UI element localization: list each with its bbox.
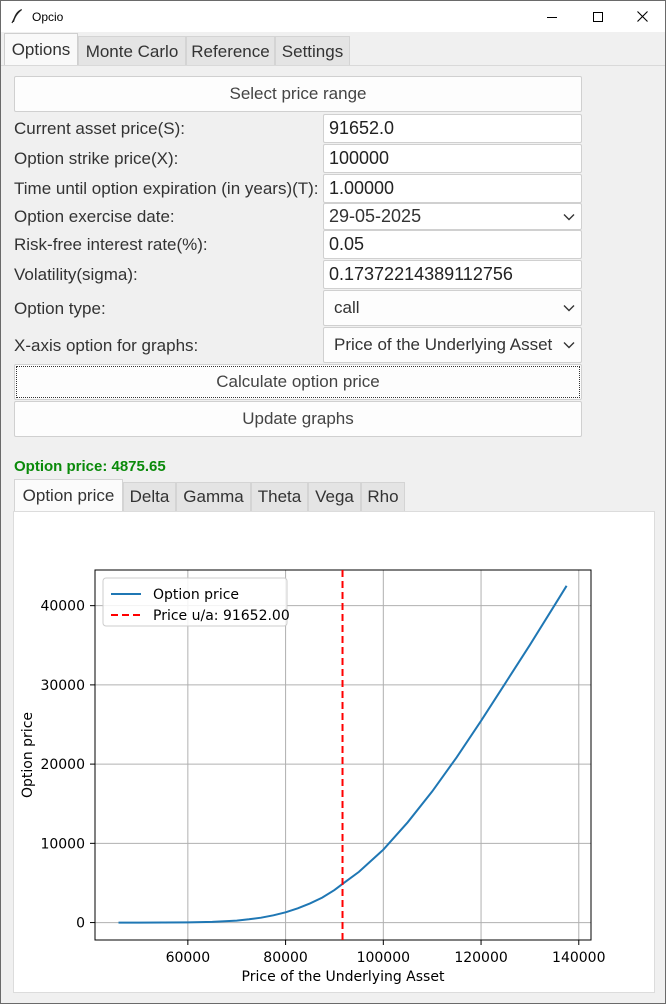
minimize-button[interactable] [529,1,575,32]
volatility-label: Volatility(sigma): [14,265,138,284]
option-type-select[interactable]: call [323,290,582,326]
update-graphs-button[interactable]: Update graphs [14,401,582,437]
tab-options[interactable]: Options [4,33,78,66]
minimize-icon [547,16,557,18]
volatility-input[interactable]: 0.17372214389112756 [323,260,582,289]
tab-gamma[interactable]: Gamma [176,482,251,511]
maximize-icon [593,11,603,22]
x-tick-label: 80000 [263,950,308,966]
chevron-down-icon [563,305,575,312]
expiration-time-label: Time until option expiration (in years)(… [14,179,319,198]
exercise-date-picker[interactable]: 29-05-2025 [323,203,582,230]
chevron-down-icon [563,342,575,349]
main-tab-bar: Options Monte Carlo Reference Settings [1,32,665,66]
expiration-time-input[interactable]: 1.00000 [323,174,582,203]
x-tick-label: 120000 [454,950,507,966]
legend-entry: Option price [153,587,239,603]
x-tick-label: 60000 [166,950,211,966]
asset-price-input[interactable]: 91652.0 [323,114,582,143]
xaxis-option-select[interactable]: Price of the Underlying Asset [323,327,582,363]
window-title: Opcio [32,10,64,24]
asset-price-label: Current asset price(S): [14,119,185,138]
exercise-date-label: Option exercise date: [14,207,175,226]
app-window: Opcio Options Monte Carlo Reference Sett… [0,0,666,1004]
x-tick-label: 140000 [552,950,605,966]
chevron-down-icon [563,213,575,220]
strike-price-label: Option strike price(X): [14,149,179,168]
option-price-result: Option price: 4875.65 [14,458,166,475]
y-axis-label: Option price [20,712,36,798]
tab-reference[interactable]: Reference [186,36,275,66]
tab-rho[interactable]: Rho [361,482,405,511]
tab-vega[interactable]: Vega [308,482,361,511]
option-type-label: Option type: [14,299,106,318]
y-tick-label: 0 [76,916,85,932]
option-type-value: call [334,298,360,317]
tab-option-price[interactable]: Option price [14,479,123,511]
interest-rate-label: Risk-free interest rate(%): [14,235,208,254]
xaxis-option-label: X-axis option for graphs: [14,336,199,355]
y-tick-label: 30000 [40,678,85,694]
option-price-chart: 60000 80000 100000 120000 140000 0 10000 20000 3… [20,569,606,985]
y-tick-label: 10000 [40,836,85,852]
tab-divider [1,65,665,66]
y-tick-label: 40000 [40,599,85,615]
select-price-range-button[interactable]: Select price range [14,76,582,112]
x-axis-label: Price of the Underlying Asset [242,969,445,985]
interest-rate-input[interactable]: 0.05 [323,230,582,259]
exercise-date-value: 29-05-2025 [329,206,422,226]
title-bar: Opcio [1,1,665,32]
xaxis-option-value: Price of the Underlying Asset [334,335,553,354]
close-button[interactable] [619,1,665,32]
graph-panel: 60000 80000 100000 120000 140000 0 10000 20000 3… [13,511,655,993]
x-tick-label: 100000 [357,950,410,966]
tab-monte-carlo[interactable]: Monte Carlo [78,36,186,66]
calculate-option-price-button[interactable]: Calculate option price [14,364,582,400]
maximize-button[interactable] [575,1,621,32]
strike-price-input[interactable]: 100000 [323,144,582,173]
tab-settings[interactable]: Settings [275,36,350,66]
close-icon [636,11,648,22]
feather-icon [11,9,22,24]
tab-delta[interactable]: Delta [123,482,176,511]
y-tick-label: 20000 [40,757,85,773]
legend-entry: Price u/a: 91652.00 [153,608,290,624]
tab-theta[interactable]: Theta [251,482,308,511]
